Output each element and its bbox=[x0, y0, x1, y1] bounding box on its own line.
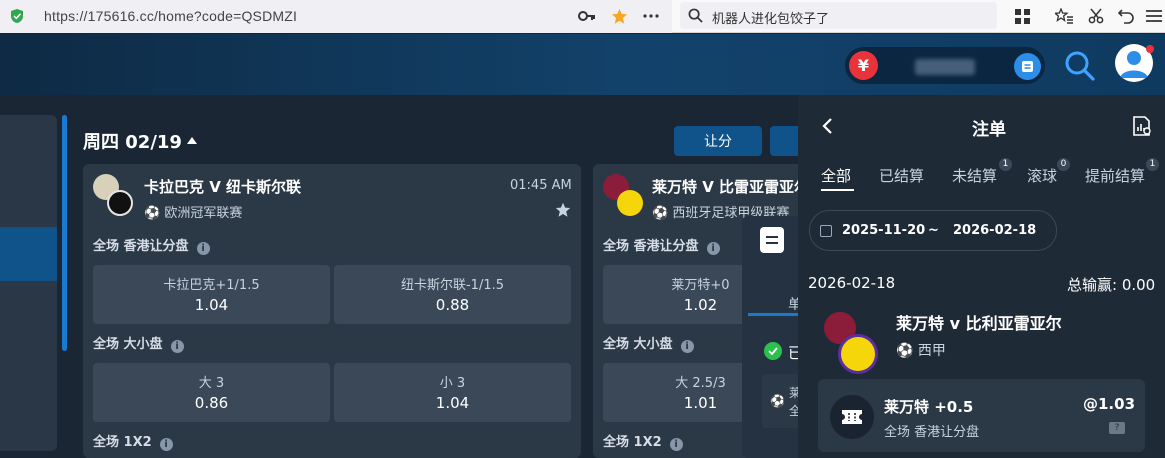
scrollbar[interactable] bbox=[62, 115, 67, 351]
soccer-ball-icon: ⚽ bbox=[896, 343, 914, 359]
odds-button[interactable]: 小 3 1.04 bbox=[334, 363, 571, 422]
balance-amount-redacted bbox=[915, 59, 975, 75]
browser-search-input[interactable]: 机器人进化包饺子了 bbox=[680, 2, 997, 29]
report-icon[interactable] bbox=[1131, 115, 1153, 137]
soccer-ball-icon: ⚽ bbox=[652, 206, 669, 220]
odds-value: 0.88 bbox=[435, 296, 470, 314]
grid-icon[interactable] bbox=[1013, 7, 1031, 25]
active-tab-underline bbox=[821, 189, 854, 191]
bet-league: ⚽ 西甲 bbox=[896, 343, 946, 359]
address-bar[interactable]: https://175616.cc/home?code=QSDMZI bbox=[0, 0, 672, 33]
bet-odds: @1.03 bbox=[1083, 395, 1136, 413]
key-icon[interactable] bbox=[578, 7, 596, 25]
match-title[interactable]: 莱万特 V 比雷亚雷亚尔 bbox=[652, 176, 798, 196]
tab-second[interactable] bbox=[770, 126, 798, 156]
star-icon[interactable] bbox=[610, 7, 628, 25]
soccer-ball-icon: ⚽ bbox=[770, 394, 785, 408]
unsettled-count-badge: 1 bbox=[999, 158, 1012, 171]
bookmarks-icon[interactable] bbox=[1055, 7, 1073, 25]
date-to[interactable]: 2026-02-18 bbox=[953, 223, 1036, 238]
slip-tab-label[interactable]: 单 bbox=[788, 294, 798, 314]
info-icon[interactable]: i bbox=[196, 242, 210, 255]
newcastle-crest-icon bbox=[107, 190, 133, 216]
soccer-ball-icon: ⚽ bbox=[144, 206, 161, 221]
slip-row-text: 全 bbox=[789, 404, 798, 418]
ticket-icon bbox=[830, 395, 874, 439]
calendar-icon bbox=[820, 225, 832, 237]
slip-tab-underline bbox=[748, 313, 798, 316]
tab-live[interactable]: 滚球 bbox=[1027, 165, 1057, 186]
day-title[interactable]: 周四 02/19 bbox=[83, 128, 182, 154]
match-time: 01:45 AM bbox=[510, 178, 572, 193]
bet-match-title[interactable]: 莱万特 v 比利亚雷亚尔 bbox=[896, 310, 1062, 334]
shield-icon bbox=[11, 9, 23, 23]
bet-list-icon[interactable] bbox=[1014, 53, 1041, 80]
market-label: 全场 香港让分盘 i bbox=[603, 235, 720, 255]
total-win-loss: 总输赢: 0.00 bbox=[1067, 276, 1156, 294]
market-label: 全场 香港让分盘 i bbox=[93, 235, 210, 255]
odds-value: 1.04 bbox=[194, 296, 229, 314]
favorite-star-icon[interactable] bbox=[555, 202, 571, 218]
date-from[interactable]: 2025-11-20 bbox=[842, 223, 925, 238]
bet-slip-icon[interactable] bbox=[760, 227, 784, 253]
odds-selection: 卡拉巴克+1/1.5 bbox=[163, 278, 260, 293]
villarreal-crest-icon bbox=[617, 190, 643, 216]
market-label: 全场 1X2 i bbox=[93, 431, 173, 451]
info-icon[interactable]: i bbox=[159, 438, 173, 451]
caret-up-icon[interactable] bbox=[187, 137, 197, 144]
odds-button[interactable]: 大 3 0.86 bbox=[93, 363, 330, 422]
info-icon[interactable]: i bbox=[170, 340, 184, 353]
check-icon bbox=[764, 342, 782, 360]
odds-selection: 大 3 bbox=[198, 376, 225, 391]
tab-handicap[interactable]: 让分 bbox=[674, 126, 762, 156]
chevron-left-icon[interactable] bbox=[818, 116, 838, 136]
help-badge-icon[interactable]: ? bbox=[1109, 422, 1125, 434]
sidebar-item-active[interactable] bbox=[0, 227, 57, 281]
odds-selection: 纽卡斯尔联-1/1.5 bbox=[400, 278, 505, 293]
sports-sidebar bbox=[0, 115, 57, 451]
bet-slip-tab[interactable]: 单 已 ⚽ 莱 全 bbox=[742, 216, 798, 458]
slip-status: 已 bbox=[788, 344, 798, 362]
cashout-count-badge: 1 bbox=[1146, 158, 1159, 171]
menu-icon[interactable] bbox=[1145, 7, 1163, 25]
currency-badge[interactable]: ¥ bbox=[849, 51, 878, 80]
url-text[interactable]: https://175616.cc/home?code=QSDMZI bbox=[44, 8, 297, 24]
notification-dot bbox=[1146, 45, 1154, 53]
search-text[interactable]: 机器人进化包饺子了 bbox=[712, 8, 829, 27]
info-icon[interactable]: i bbox=[706, 242, 720, 255]
search-icon bbox=[688, 8, 703, 23]
odds-value: 0.86 bbox=[194, 394, 229, 412]
tab-cashout[interactable]: 提前结算 bbox=[1085, 165, 1145, 186]
market-label: 全场 大小盘 i bbox=[603, 333, 694, 353]
live-count-badge: 0 bbox=[1057, 158, 1070, 171]
market-label: 全场 1X2 i bbox=[603, 431, 683, 451]
date-separator: ~ bbox=[928, 223, 939, 238]
odds-value: 1.04 bbox=[435, 394, 470, 412]
match-league: ⚽ 欧洲冠军联赛 bbox=[144, 206, 243, 221]
info-icon[interactable]: i bbox=[669, 438, 683, 451]
panel-title: 注单 bbox=[972, 120, 1006, 140]
slip-row[interactable]: ⚽ 莱 全 bbox=[762, 374, 798, 428]
slip-row-text: 莱 bbox=[789, 386, 798, 400]
tab-all[interactable]: 全部 bbox=[821, 165, 851, 186]
odds-selection: 小 3 bbox=[439, 376, 466, 391]
tab-unsettled[interactable]: 未结算 bbox=[952, 165, 997, 186]
undo-icon[interactable] bbox=[1117, 7, 1135, 25]
bet-market: 全场 香港让分盘 bbox=[884, 425, 980, 440]
tab-settled[interactable]: 已结算 bbox=[879, 165, 924, 186]
market-label: 全场 大小盘 i bbox=[93, 333, 184, 353]
match-title[interactable]: 卡拉巴克 V 纽卡斯尔联 bbox=[144, 176, 301, 197]
odds-button[interactable]: 卡拉巴克+1/1.5 1.04 bbox=[93, 265, 330, 324]
villarreal-crest-icon bbox=[838, 334, 878, 374]
scissors-icon[interactable] bbox=[1087, 7, 1105, 25]
browser-toolbar: https://175616.cc/home?code=QSDMZI 机器人进化… bbox=[0, 0, 1165, 33]
odds-button[interactable]: 纽卡斯尔联-1/1.5 0.88 bbox=[334, 265, 571, 324]
search-icon[interactable] bbox=[1064, 50, 1096, 82]
more-icon[interactable] bbox=[642, 7, 660, 25]
bet-selection: 莱万特 +0.5 bbox=[884, 398, 974, 416]
bet-date: 2026-02-18 bbox=[808, 274, 896, 292]
info-icon[interactable]: i bbox=[680, 340, 694, 353]
